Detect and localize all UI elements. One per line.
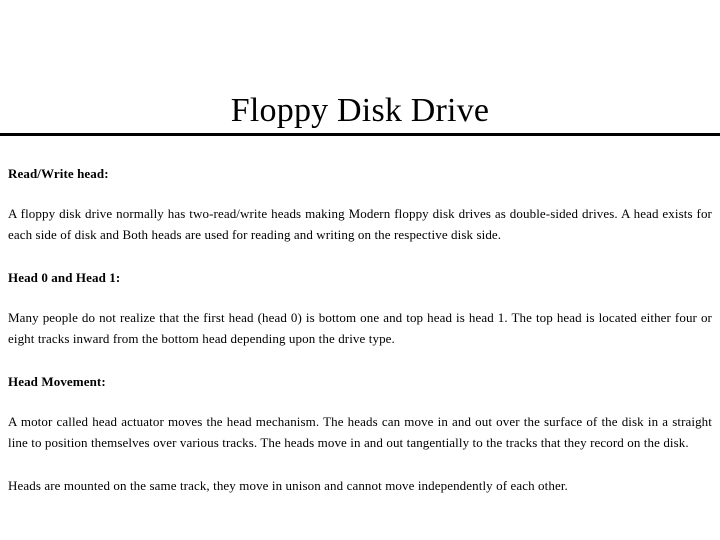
slide-content: Read/Write head: A floppy disk drive nor… bbox=[8, 166, 712, 496]
section-body-head-movement: A motor called head actuator moves the h… bbox=[8, 414, 712, 450]
section-heading-read-write-head: Read/Write head: bbox=[8, 166, 109, 181]
title-underline-rule bbox=[0, 132, 720, 136]
page-title: Floppy Disk Drive bbox=[0, 91, 720, 136]
page-title-text: Floppy Disk Drive bbox=[230, 91, 490, 129]
section-heading-head-movement: Head Movement: bbox=[8, 374, 106, 389]
slide-page: Floppy Disk Drive Read/Write head: A flo… bbox=[0, 0, 720, 540]
section-body-head-0-and-head-1: Many people do not realize that the firs… bbox=[8, 310, 712, 346]
section-body-read-write-head: A floppy disk drive normally has two-rea… bbox=[8, 206, 712, 242]
closing-paragraph: Heads are mounted on the same track, the… bbox=[8, 478, 568, 493]
section-heading-head-0-and-head-1: Head 0 and Head 1: bbox=[8, 270, 121, 285]
